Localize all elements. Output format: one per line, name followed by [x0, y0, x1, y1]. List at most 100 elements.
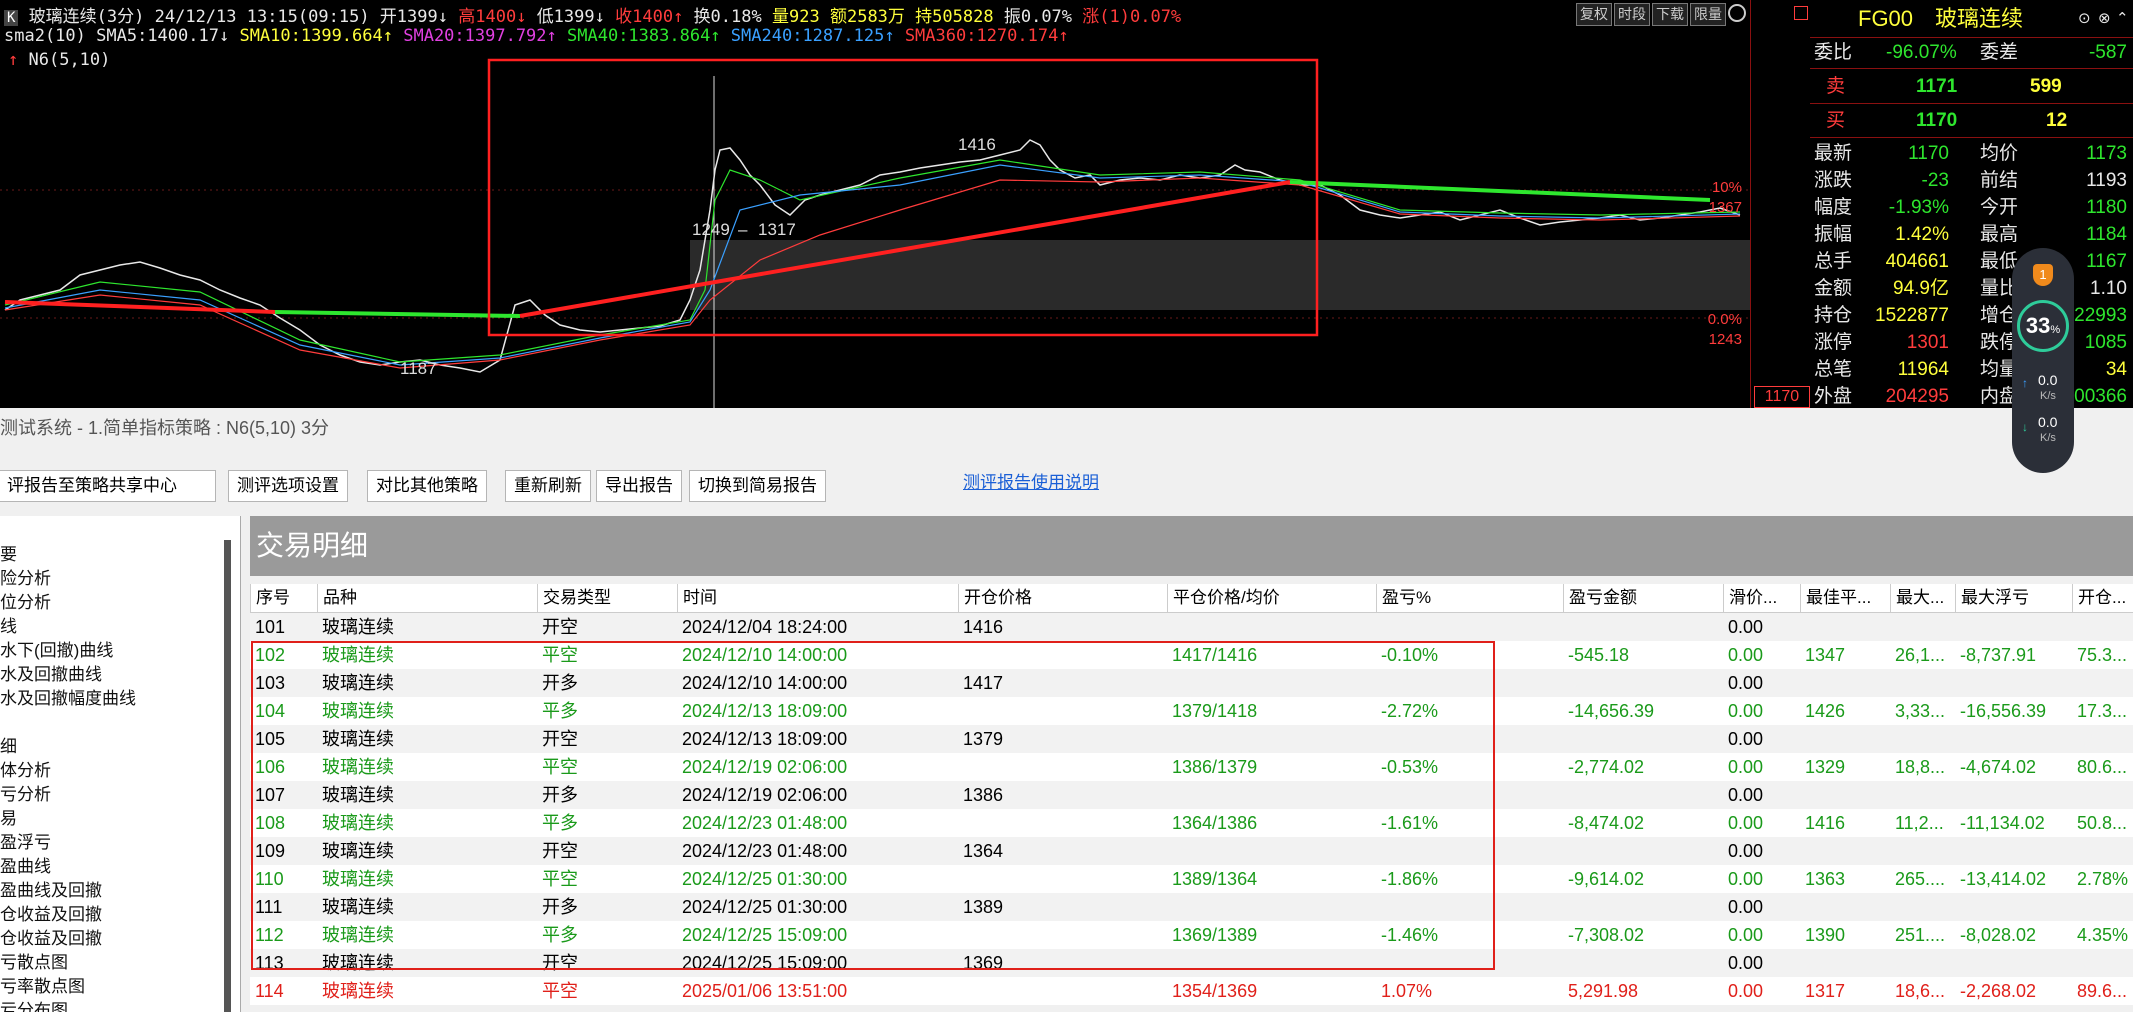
quote-row: 外盘 204295 内盘 00366	[1810, 384, 2133, 408]
table-cell-open	[958, 753, 1167, 781]
weicha-label: 委差	[1980, 42, 2019, 63]
table-row[interactable]: 103 玻璃连续 开多 2024/12/10 14:00:00 1417 0.00	[250, 669, 2133, 697]
table-cell-best: 1416	[1805, 813, 1846, 833]
tree-item[interactable]: 亏分布图	[0, 996, 68, 1012]
table-cell-slip: 0.00	[1728, 925, 1764, 945]
quote-label: 外盘	[1814, 386, 1853, 407]
column-header[interactable]: 开仓价格	[958, 584, 1167, 612]
column-header[interactable]: 最大...	[1890, 584, 1955, 612]
table-cell-close	[1167, 893, 1376, 921]
tree-item[interactable]: 水下(回撤)曲线	[0, 636, 113, 661]
tree-item[interactable]: 亏率散点图	[0, 972, 85, 997]
refresh-button[interactable]: 重新刷新	[505, 470, 591, 502]
table-row[interactable]: 113 玻璃连续 开空 2024/12/25 15:09:00 1369 0.00	[250, 949, 2133, 977]
share-report-button[interactable]: 评报告至策略共享中心	[0, 470, 216, 502]
column-header[interactable]: 盈亏%	[1376, 584, 1563, 612]
tree-item[interactable]: 盈曲线及回撤	[0, 876, 102, 901]
tree-item[interactable]: 仓收益及回撤	[0, 900, 102, 925]
table-cell-time: 2024/12/19 02:06:00	[682, 785, 848, 805]
table-cell-maxl	[1955, 725, 2072, 753]
table-row[interactable]: 102 玻璃连续 平空 2024/12/10 14:00:00 1417/1416 -0.…	[250, 641, 2133, 669]
export-report-button[interactable]: 导出报告	[596, 470, 682, 502]
tree-item[interactable]: 要	[0, 540, 17, 565]
table-row[interactable]: 107 玻璃连续 开多 2024/12/19 02:06:00 1386 0.00	[250, 781, 2133, 809]
table-cell-sym: 玻璃连续	[322, 701, 394, 721]
table-cell-extra: 75.3...	[2077, 645, 2128, 665]
tree-item[interactable]: 位分析	[0, 588, 51, 613]
kline-chart[interactable]: 1416 1249 – 1317 1187 10% 1367 0.0% 1243…	[0, 0, 1750, 408]
quote-value: 1170	[1908, 143, 1949, 164]
sma240-value: SMA240:1287.125↑	[730, 26, 895, 46]
table-cell-slip: 0.00	[1728, 953, 1764, 973]
tree-item[interactable]: 体分析	[0, 756, 51, 781]
clock-icon[interactable]	[1728, 4, 1746, 22]
tree-item[interactable]: 仓收益及回撤	[0, 924, 102, 949]
tree-item[interactable]: 水及回撤幅度曲线	[0, 684, 136, 709]
eval-options-button[interactable]: 测评选项设置	[228, 470, 348, 502]
table-cell-close	[1167, 949, 1376, 977]
window-icon[interactable]: K	[4, 10, 19, 26]
simple-report-button[interactable]: 切换到简易报告	[689, 470, 826, 502]
column-header[interactable]: 品种	[317, 584, 537, 612]
close-value: 收1400↑	[615, 7, 684, 27]
table-cell-type: 开多	[542, 785, 578, 805]
table-row[interactable]: 108 玻璃连续 平多 2024/12/23 01:48:00 1364/1386 -1.…	[250, 809, 2133, 837]
table-row[interactable]: 109 玻璃连续 开空 2024/12/23 01:48:00 1364 0.00	[250, 837, 2133, 865]
table-row[interactable]: 105 玻璃连续 开空 2024/12/13 18:09:00 1379 0.00	[250, 725, 2133, 753]
strategy-line: ↑ N6(5,10)	[8, 50, 110, 70]
column-header[interactable]: 盈亏金额	[1563, 584, 1723, 612]
tree-item[interactable]: 亏分析	[0, 780, 51, 805]
table-row[interactable]: 112 玻璃连续 平多 2024/12/25 15:09:00 1369/1389 -1.…	[250, 921, 2133, 949]
strategy-name: N6(5,10)	[28, 50, 111, 70]
settings-icon[interactable]: ⊙	[2078, 4, 2091, 34]
quote-row: 幅度 -1.93% 今开 1180	[1810, 195, 2133, 221]
panel-toggle-icon[interactable]	[1794, 6, 1808, 20]
column-header[interactable]: 最佳平...	[1800, 584, 1890, 612]
sma20-value: SMA20:1397.792↑	[403, 26, 557, 46]
table-row[interactable]: 104 玻璃连续 平多 2024/12/13 18:09:00 1379/1418 -2.…	[250, 697, 2133, 725]
quote-value: 1180	[2086, 197, 2127, 218]
tree-item[interactable]: 险分析	[0, 564, 51, 589]
column-header[interactable]: 开仓...	[2072, 584, 2133, 612]
tree-item[interactable]: 亏散点图	[0, 948, 68, 973]
column-header[interactable]: 最大浮亏	[1955, 584, 2072, 612]
table-cell-pct: -1.61%	[1381, 813, 1439, 833]
period-button[interactable]: 时段	[1614, 3, 1650, 26]
tree-item[interactable]: 细	[0, 732, 17, 757]
table-row[interactable]: 110 玻璃连续 平空 2024/12/25 01:30:00 1389/1364 -1.…	[250, 865, 2133, 893]
column-header[interactable]: 平仓价格/均价	[1167, 584, 1376, 612]
table-row[interactable]: 114 玻璃连续 平空 2025/01/06 13:51:00 1354/1369 1.0…	[250, 977, 2133, 1005]
tree-item[interactable]: 水及回撤曲线	[0, 660, 102, 685]
collapse-icon[interactable]: ⌃	[2116, 4, 2129, 34]
table-cell-time: 2024/12/25 01:30:00	[682, 869, 848, 889]
tree-item[interactable]: 线	[0, 612, 17, 637]
tree-item[interactable]: 盈浮亏	[0, 828, 51, 853]
volume-value: 量923	[772, 7, 820, 27]
table-cell-pct	[1376, 613, 1563, 641]
table-cell-sym: 玻璃连续	[322, 869, 394, 889]
column-header[interactable]: 交易类型	[537, 584, 677, 612]
table-cell-sym: 玻璃连续	[322, 617, 394, 637]
table-row[interactable]: 106 玻璃连续 平空 2024/12/19 02:06:00 1386/1379 -0.…	[250, 753, 2133, 781]
help-link[interactable]: 测评报告使用说明	[963, 468, 1099, 493]
table-row[interactable]: 101 玻璃连续 开空 2024/12/04 18:24:00 1416 0.00	[250, 613, 2133, 641]
download-button[interactable]: 下载	[1652, 3, 1688, 26]
price-chart-canvas: 1416 1249 – 1317 1187 10% 1367 0.0% 1243	[0, 58, 1750, 408]
weibi-label: 委比	[1814, 42, 1853, 63]
column-header[interactable]: 时间	[677, 584, 958, 612]
table-row[interactable]: 111 玻璃连续 开多 2024/12/25 01:30:00 1389 0.00	[250, 893, 2133, 921]
restore-rights-button[interactable]: 复权	[1576, 3, 1612, 26]
close-icon[interactable]: ⊗	[2098, 4, 2111, 34]
tree-item[interactable]: 盈曲线	[0, 852, 51, 877]
column-header[interactable]: 滑价...	[1723, 584, 1800, 612]
table-cell-type: 平多	[542, 925, 578, 945]
tree-item[interactable]: 易	[0, 804, 17, 829]
quote-label: 幅度	[1814, 197, 1853, 218]
compare-strategy-button[interactable]: 对比其他策略	[367, 470, 487, 502]
axis-pct-zero: 0.0%	[1708, 311, 1742, 328]
limit-button[interactable]: 限量	[1690, 3, 1726, 26]
column-header[interactable]: 序号	[250, 584, 317, 612]
tree-scrollbar[interactable]	[224, 540, 231, 1012]
table-cell-sym: 玻璃连续	[322, 785, 394, 805]
table-cell-sym: 玻璃连续	[322, 925, 394, 945]
